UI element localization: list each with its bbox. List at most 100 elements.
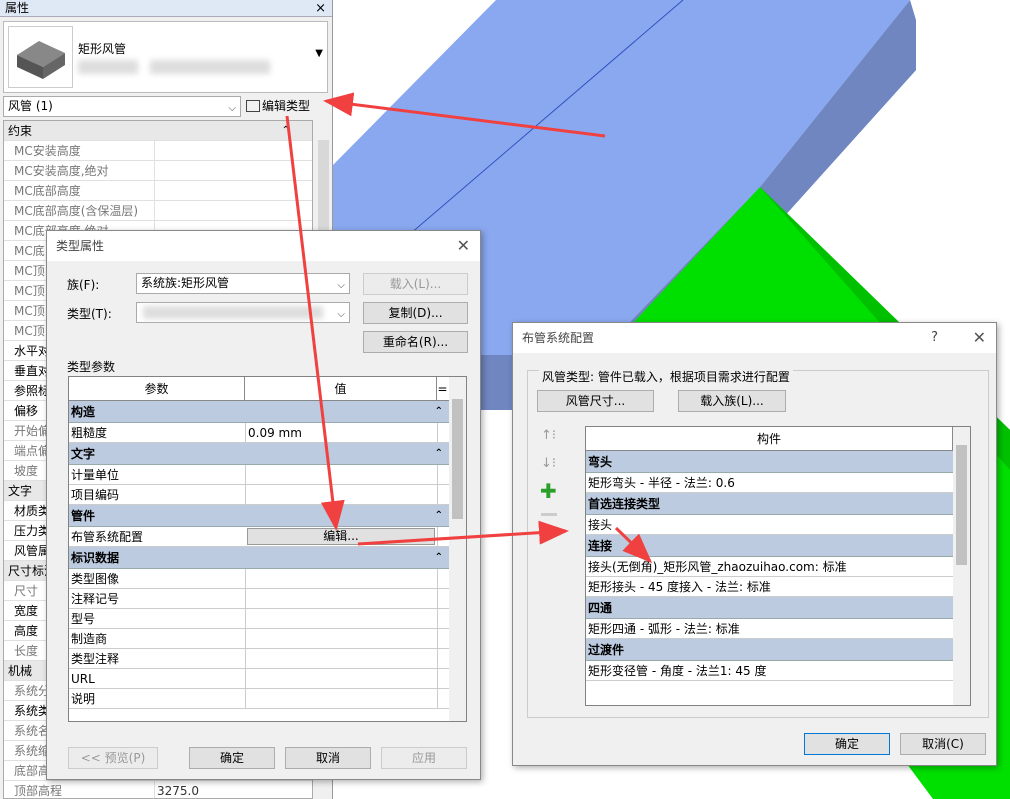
param-group-header[interactable]: 标识数据 ⌃ bbox=[69, 547, 449, 569]
routing-row[interactable]: 矩形四通 - 弧形 - 法兰: 标准 bbox=[586, 619, 953, 639]
type-properties-dialog: 类型属性 ✕ 族(F): 系统族:矩形风管 ⌵ 载入(L)... 类型(T): ⌵ … bbox=[46, 230, 481, 780]
family-dropdown[interactable]: 系统族:矩形风管 ⌵ bbox=[136, 273, 350, 294]
param-value[interactable] bbox=[245, 649, 437, 669]
family-value: 系统族:矩形风管 bbox=[141, 276, 230, 290]
param-value[interactable] bbox=[245, 569, 437, 589]
routing-group-header[interactable]: 四通 bbox=[586, 597, 953, 619]
load-family-button[interactable]: 载入族(L)... bbox=[678, 390, 786, 412]
group-name: 构造 bbox=[71, 405, 96, 419]
close-icon[interactable]: ✕ bbox=[457, 231, 470, 261]
routing-row[interactable]: 矩形变径管 - 角度 - 法兰1: 45 度 bbox=[586, 661, 953, 681]
ok-button[interactable]: 确定 bbox=[189, 747, 275, 769]
param-group-header[interactable]: 构造 ⌃ bbox=[69, 401, 449, 423]
param-row[interactable]: 布管系统配置 编辑... bbox=[69, 527, 449, 547]
edit-type-button[interactable]: 编辑类型 bbox=[246, 96, 326, 117]
cancel-button[interactable]: 取消(C) bbox=[900, 733, 986, 755]
collapse-icon[interactable]: ⌃ bbox=[435, 505, 443, 527]
param-row[interactable]: URL bbox=[69, 669, 449, 689]
close-icon[interactable]: × bbox=[315, 0, 326, 17]
param-row[interactable]: 注释记号 bbox=[69, 589, 449, 609]
param-value[interactable] bbox=[245, 669, 437, 689]
routing-row[interactable]: 接头 bbox=[586, 515, 953, 535]
property-name: MC底部高度(含保温层) bbox=[14, 204, 139, 218]
type-selector[interactable]: 矩形风管 ▼ bbox=[3, 21, 328, 93]
routing-group-header[interactable]: 弯头 bbox=[586, 451, 953, 473]
help-icon[interactable]: ? bbox=[931, 323, 938, 353]
property-row[interactable]: MC底部高度(含保温层) bbox=[4, 201, 312, 221]
preview-button[interactable]: << 预览(P) bbox=[68, 747, 158, 769]
move-up-icon[interactable]: ↑⁝ bbox=[541, 428, 556, 443]
routing-row[interactable]: 矩形弯头 - 半径 - 法兰: 0.6 bbox=[586, 473, 953, 493]
edit-routing-button[interactable]: 编辑... bbox=[247, 528, 435, 545]
routing-row[interactable]: 矩形接头 - 45 度接入 - 法兰: 标准 bbox=[586, 577, 953, 597]
param-name: 项目编码 bbox=[71, 488, 120, 502]
routing-group-header[interactable]: 首选连接类型 bbox=[586, 493, 953, 515]
routing-group-header[interactable]: 连接 bbox=[586, 535, 953, 557]
chevron-down-icon: ⌵ bbox=[228, 103, 236, 114]
add-icon[interactable]: ✚ bbox=[540, 479, 557, 503]
routing-grid: 构件 弯头 矩形弯头 - 半径 - 法兰: 0.6 首选连接类型 接头 连接 接头(无倒角… bbox=[585, 426, 971, 706]
property-row[interactable]: MC底部高度 bbox=[4, 181, 312, 201]
param-row[interactable]: 计量单位 bbox=[69, 465, 449, 485]
param-value[interactable] bbox=[245, 629, 437, 649]
param-group-header[interactable]: 管件 ⌃ bbox=[69, 505, 449, 527]
group-name: 标识数据 bbox=[71, 551, 120, 565]
group-name: 文字 bbox=[71, 447, 96, 461]
scroll-thumb[interactable] bbox=[956, 445, 967, 565]
property-value[interactable] bbox=[154, 141, 157, 161]
close-icon[interactable]: ✕ bbox=[973, 323, 986, 353]
scroll-thumb[interactable] bbox=[452, 399, 463, 519]
param-row[interactable]: 粗糙度 0.09 mm bbox=[69, 423, 449, 443]
collapse-icon[interactable]: ⌃ bbox=[435, 547, 443, 569]
property-group[interactable]: 约束 ⌃ bbox=[4, 121, 312, 141]
property-name: 约束 bbox=[8, 124, 33, 138]
param-group-header[interactable]: 文字 ⌃ bbox=[69, 443, 449, 465]
param-row[interactable]: 项目编码 bbox=[69, 485, 449, 505]
dialog-title: 类型属性 ✕ bbox=[47, 231, 480, 261]
collapse-icon[interactable]: ⌃ bbox=[282, 121, 290, 141]
collapse-icon[interactable]: ⌃ bbox=[435, 401, 443, 423]
property-value[interactable] bbox=[154, 201, 157, 221]
collapse-icon[interactable]: ⌃ bbox=[435, 443, 443, 465]
property-value[interactable] bbox=[154, 181, 157, 201]
cancel-button[interactable]: 取消 bbox=[285, 747, 371, 769]
param-value[interactable] bbox=[245, 589, 437, 609]
routing-scrollbar[interactable] bbox=[953, 427, 970, 705]
param-eq-cell bbox=[437, 649, 449, 669]
load-button[interactable]: 载入(L)... bbox=[363, 273, 468, 295]
remove-icon[interactable] bbox=[541, 513, 557, 516]
blurred-text bbox=[150, 60, 270, 74]
param-name: URL bbox=[71, 672, 95, 686]
property-value[interactable] bbox=[154, 161, 157, 181]
param-value[interactable]: 0.09 mm bbox=[245, 423, 437, 443]
move-down-icon[interactable]: ↓⁝ bbox=[541, 456, 556, 471]
param-value[interactable] bbox=[245, 485, 437, 505]
duct-size-button[interactable]: 风管尺寸... bbox=[537, 390, 654, 412]
property-row[interactable]: MC安装高度 bbox=[4, 141, 312, 161]
param-value[interactable] bbox=[245, 465, 437, 485]
param-row[interactable]: 说明 bbox=[69, 689, 449, 709]
routing-row[interactable]: 接头(无倒角)_矩形风管_zhaozuihao.com: 标准 bbox=[586, 557, 953, 577]
apply-button[interactable]: 应用 bbox=[381, 747, 467, 769]
param-row[interactable]: 类型图像 bbox=[69, 569, 449, 589]
param-eq-cell bbox=[437, 465, 449, 485]
property-name: MC安装高度,绝对 bbox=[14, 164, 109, 178]
param-row[interactable]: 制造商 bbox=[69, 629, 449, 649]
rename-button[interactable]: 重命名(R)... bbox=[363, 331, 468, 353]
param-value[interactable] bbox=[245, 609, 437, 629]
ok-button[interactable]: 确定 bbox=[804, 733, 890, 755]
property-value[interactable]: 3275.0 bbox=[154, 781, 199, 798]
chevron-down-icon[interactable]: ▼ bbox=[315, 48, 323, 59]
param-row[interactable]: 类型注释 bbox=[69, 649, 449, 669]
property-row[interactable]: 顶部高程 3275.0 bbox=[4, 781, 312, 798]
property-row[interactable]: MC安装高度,绝对 bbox=[4, 161, 312, 181]
type-dropdown[interactable]: ⌵ bbox=[136, 302, 350, 323]
copy-button[interactable]: 复制(D)... bbox=[363, 302, 468, 324]
instance-filter-dropdown[interactable]: 风管 (1) ⌵ bbox=[3, 96, 241, 117]
routing-group-header[interactable]: 过渡件 bbox=[586, 639, 953, 661]
params-scrollbar[interactable] bbox=[449, 377, 466, 721]
param-row[interactable]: 型号 bbox=[69, 609, 449, 629]
param-value[interactable] bbox=[245, 689, 437, 709]
param-eq-cell bbox=[437, 485, 449, 505]
params-body: 构造 ⌃ 粗糙度 0.09 mm 文字 ⌃ 计量单位 项目编码 管件 ⌃ 布管系统配置 编辑... 标识… bbox=[69, 401, 466, 709]
